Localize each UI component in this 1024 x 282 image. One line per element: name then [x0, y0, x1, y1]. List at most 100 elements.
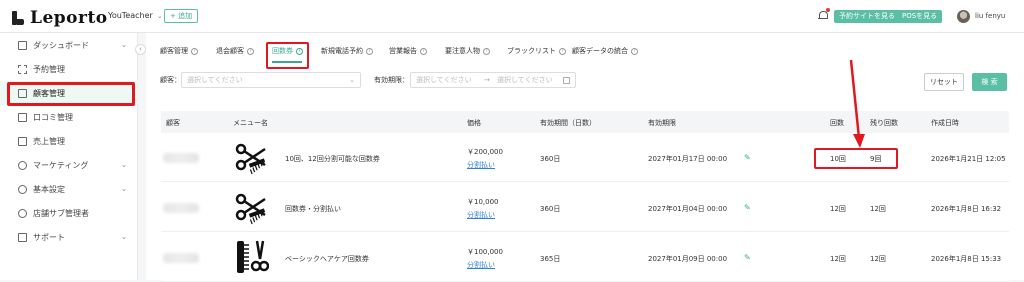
- edit-icon[interactable]: ✎: [744, 203, 751, 212]
- annotation-highlight-tab: [266, 42, 309, 69]
- sidebar-item-support[interactable]: サポート ⌄: [0, 225, 138, 249]
- date-from-placeholder: 選択してください: [416, 76, 472, 84]
- sidebar-item-reviews[interactable]: 口コミ管理: [0, 105, 138, 129]
- tab-label: ブラックリスト: [507, 47, 556, 55]
- menu-name: ベーシックヘアケア回数券: [285, 255, 369, 263]
- sidebar: ダッシュボード ⌄ 予約管理 顧客管理 口コミ管理 売上管理 マーケティング ⌄…: [0, 33, 138, 280]
- tab-label: 顧客データの統合: [572, 47, 628, 55]
- sidebar-item-sales[interactable]: 売上管理: [0, 129, 138, 153]
- count: 12回: [830, 255, 846, 263]
- tab-customers[interactable]: 顧客管理?: [160, 46, 198, 56]
- users-icon: [18, 208, 27, 218]
- sidebar-item-label: サポート: [33, 232, 65, 242]
- column-header-created: 作成日時: [931, 119, 959, 127]
- created-at: 2026年1月8日 16:32: [931, 205, 1002, 213]
- expiry-date: 2027年01月17日 00:00: [648, 155, 728, 163]
- sidebar-item-dashboard[interactable]: ダッシュボード ⌄: [0, 33, 138, 57]
- logo-text: Leporto: [30, 8, 108, 28]
- edit-icon[interactable]: ✎: [744, 153, 751, 162]
- tab-phone-reservation[interactable]: 新規電話予約?: [321, 46, 373, 56]
- gear-icon: [18, 184, 27, 194]
- menu-name: 10回、12回分割可能な回数券: [285, 155, 380, 163]
- support-icon: [18, 232, 27, 242]
- tab-business-report[interactable]: 営業報告?: [389, 46, 427, 56]
- sidebar-item-reservations[interactable]: 予約管理: [0, 57, 138, 81]
- help-icon: ?: [191, 47, 198, 55]
- column-header-expiry: 有効期限: [648, 119, 676, 127]
- price: ￥100,000: [467, 248, 503, 256]
- reserve-site-button[interactable]: 予約サイトを見る: [834, 10, 900, 23]
- calendar-icon: [563, 77, 570, 84]
- sidebar-item-settings[interactable]: 基本設定 ⌄: [0, 177, 138, 201]
- tab-label: 顧客管理: [160, 47, 188, 55]
- help-icon: ?: [247, 47, 254, 55]
- price: ￥200,000: [467, 148, 503, 156]
- expiry-date: 2027年01月04日 00:00: [648, 205, 728, 213]
- column-header-remaining: 残り回数: [870, 119, 898, 127]
- tab-blacklist[interactable]: ブラックリスト?: [507, 46, 566, 56]
- username[interactable]: liu fenyu: [975, 12, 1005, 20]
- sales-icon: [18, 136, 27, 146]
- dashboard-icon: [18, 40, 27, 50]
- sidebar-item-label: 予約管理: [33, 64, 65, 74]
- chevron-down-icon: ⌄: [121, 161, 127, 169]
- sidebar-collapse-button[interactable]: ‹: [135, 44, 146, 55]
- sidebar-item-marketing[interactable]: マーケティング ⌄: [0, 153, 138, 177]
- comb-scissors-icon: [233, 239, 270, 275]
- table-row[interactable]: 回数券・分割払い ￥10,000 分割払い 360日 2027年01月04日 0…: [161, 183, 1009, 232]
- chevron-down-icon: ⌄: [121, 41, 127, 49]
- tab-withdrawn[interactable]: 退会顧客?: [216, 46, 254, 56]
- date-to-placeholder: 選択してください: [497, 76, 553, 84]
- tab-label: 退会顧客: [216, 47, 244, 55]
- remaining-count: 12回: [870, 255, 886, 263]
- expiry-date: 2027年01月09日 00:00: [648, 255, 728, 263]
- sidebar-item-label: 店舗サブ管理者: [33, 208, 89, 218]
- column-header-period: 有効期間（日数）: [540, 119, 596, 127]
- customer-name-blurred: [163, 153, 199, 163]
- column-header-menu: メニュー名: [233, 119, 268, 127]
- table-row[interactable]: ベーシックヘアケア回数券 ￥100,000 分割払い 365日 2027年01月…: [161, 233, 1009, 282]
- chevron-down-icon: ⌄: [156, 11, 163, 20]
- annotation-highlight-counts: [814, 148, 898, 169]
- tab-label: 要注意人物: [445, 47, 480, 55]
- customer-select[interactable]: 選択してください ⌄: [181, 72, 361, 88]
- logo[interactable]: Leporto: [12, 8, 108, 28]
- installment-link[interactable]: 分割払い: [467, 210, 495, 220]
- list-icon: [18, 64, 27, 74]
- help-icon: ?: [483, 47, 490, 55]
- reset-button[interactable]: リセット: [924, 73, 964, 91]
- count: 12回: [830, 205, 846, 213]
- customer-name-blurred: [163, 203, 199, 213]
- avatar[interactable]: [957, 10, 970, 23]
- expiry-date-range[interactable]: 選択してください → 選択してください: [410, 72, 576, 88]
- customer-select-placeholder: 選択してください: [187, 76, 243, 84]
- store-name: YouTeacher: [108, 11, 153, 20]
- scissors-comb-icon: [233, 189, 269, 225]
- valid-period: 360日: [540, 155, 561, 163]
- valid-period: 360日: [540, 205, 561, 213]
- price: ￥10,000: [467, 198, 499, 206]
- tab-merge-customer-data[interactable]: 顧客データの統合?: [572, 46, 638, 56]
- store-select[interactable]: YouTeacher ⌄: [108, 11, 163, 20]
- remaining-count: 12回: [870, 205, 886, 213]
- menu-name: 回数券・分割払い: [285, 205, 341, 213]
- tab-label: 新規電話予約: [321, 47, 363, 55]
- tab-caution-persons[interactable]: 要注意人物?: [445, 46, 490, 56]
- created-at: 2026年1月21日 12:05: [931, 155, 1006, 163]
- sidebar-item-sub-admins[interactable]: 店舗サブ管理者: [0, 201, 138, 225]
- valid-period: 365日: [540, 255, 561, 263]
- customer-name-blurred: [163, 253, 199, 263]
- installment-link[interactable]: 分割払い: [467, 160, 495, 170]
- pos-button[interactable]: POSを見る: [897, 10, 943, 23]
- installment-link[interactable]: 分割払い: [467, 260, 495, 270]
- chevron-down-icon: ⌄: [121, 185, 127, 193]
- sidebar-item-label: 売上管理: [33, 136, 65, 146]
- edit-icon[interactable]: ✎: [744, 253, 751, 262]
- help-icon: ?: [631, 47, 638, 55]
- add-store-button[interactable]: + 追加: [164, 9, 199, 23]
- sidebar-item-label: 基本設定: [33, 184, 65, 194]
- search-button[interactable]: 検 索: [972, 73, 1007, 91]
- created-at: 2026年1月8日 15:33: [931, 255, 1002, 263]
- sidebar-item-label: マーケティング: [33, 160, 89, 170]
- sidebar-item-label: ダッシュボード: [33, 40, 89, 50]
